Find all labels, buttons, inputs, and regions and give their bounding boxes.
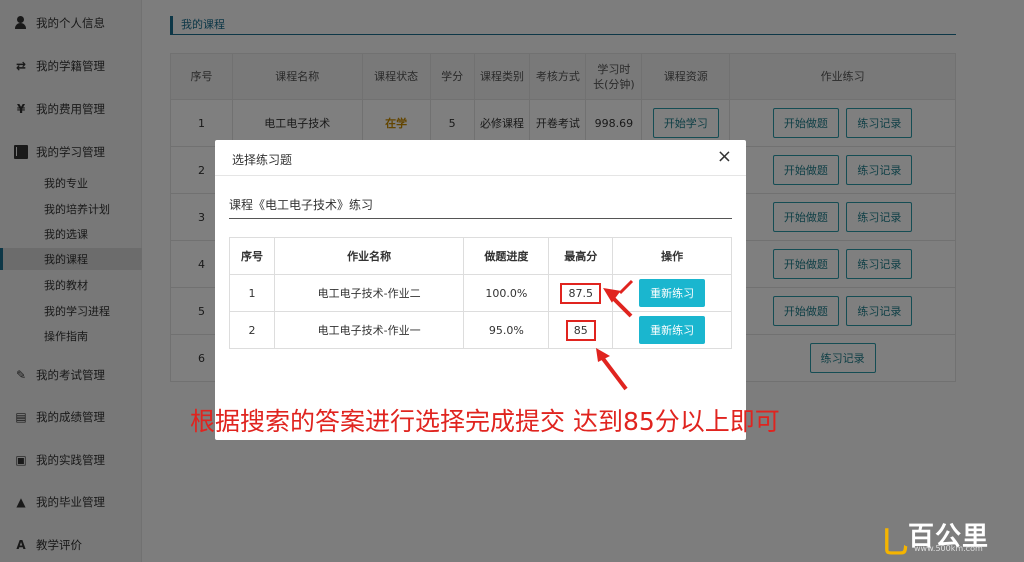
col-header: 作业名称 <box>273 237 465 275</box>
annotation-hint: 根据搜索的答案进行选择完成提交 达到85分以上即可 <box>190 407 780 436</box>
watermark-url: www.500km.com <box>914 544 983 553</box>
cell-index: 2 <box>229 311 275 349</box>
course-heading: 课程《电工电子技术》练习 <box>229 196 732 219</box>
watermark-logo: ⺃ 百公里 www.500km.com <box>878 514 1018 561</box>
cell-progress: 100.0% <box>463 274 550 312</box>
score-highlight: 85 <box>565 319 596 341</box>
table-row: 1 电工电子技术-作业二 100.0% 87.5 重新练习 <box>229 274 732 312</box>
select-practice-dialog: 选择练习题 × 课程《电工电子技术》练习 序号 作业名称 做题进度 最高分 操作… <box>215 140 746 440</box>
cell-homework-name: 电工电子技术-作业一 <box>273 311 465 349</box>
col-header: 做题进度 <box>463 237 550 275</box>
cell-top-score: 85 <box>548 311 614 349</box>
col-header: 序号 <box>229 237 275 275</box>
close-icon[interactable]: × <box>717 147 732 167</box>
cell-top-score: 87.5 <box>548 274 614 312</box>
table-row: 2 电工电子技术-作业一 95.0% 85 重新练习 <box>229 311 732 349</box>
redo-practice-button[interactable]: 重新练习 <box>639 316 706 344</box>
cell-progress: 95.0% <box>463 311 550 349</box>
homework-table: 序号 作业名称 做题进度 最高分 操作 1 电工电子技术-作业二 100.0% … <box>229 237 732 349</box>
cell-index: 1 <box>229 274 275 312</box>
col-header: 最高分 <box>548 237 614 275</box>
col-header: 操作 <box>612 237 732 275</box>
cell-action: 重新练习 <box>612 311 732 349</box>
dialog-header: 选择练习题 × <box>215 140 746 176</box>
cell-action: 重新练习 <box>612 274 732 312</box>
dialog-title: 选择练习题 <box>232 153 293 167</box>
cell-homework-name: 电工电子技术-作业二 <box>273 274 465 312</box>
redo-practice-button[interactable]: 重新练习 <box>639 279 706 307</box>
logo-mark-icon: ⺃ <box>880 526 910 561</box>
score-highlight: 87.5 <box>560 282 601 304</box>
